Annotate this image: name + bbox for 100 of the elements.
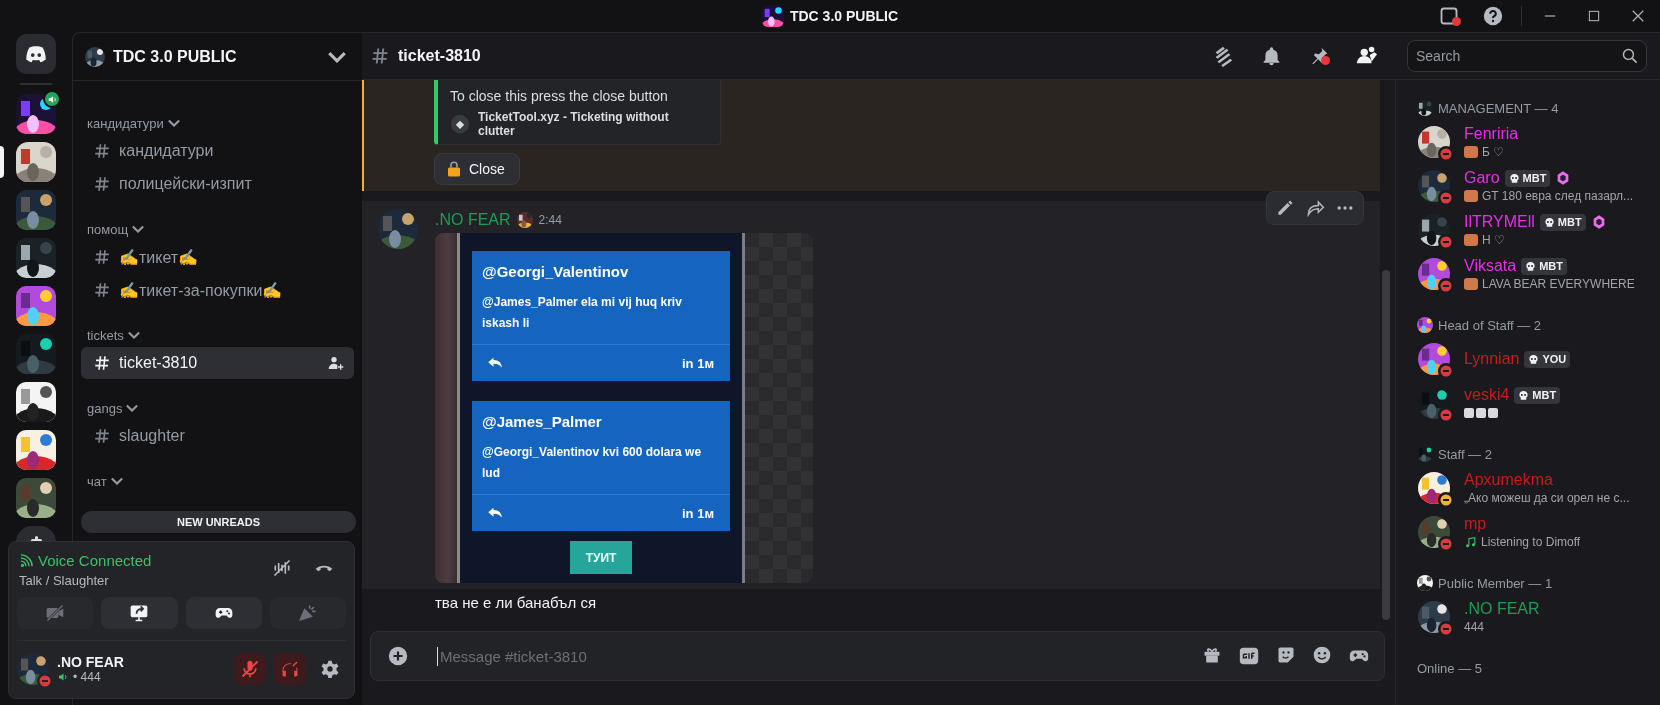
server-icon[interactable] <box>16 238 56 278</box>
gif-icon[interactable] <box>1238 645 1260 667</box>
category-name: gangs <box>87 400 123 416</box>
add-attachment-icon[interactable] <box>387 645 409 667</box>
message-input[interactable]: Message #ticket-3810 <box>437 646 1186 666</box>
server-icon[interactable] <box>16 334 56 374</box>
headphones-icon <box>280 659 300 679</box>
server-icon[interactable] <box>16 430 56 470</box>
member-tag: MBT <box>1504 169 1551 187</box>
mic-muted-icon <box>240 659 260 679</box>
tag-icon <box>1528 353 1540 365</box>
signal-icon <box>19 552 34 568</box>
member-activity: 444 <box>1464 620 1485 634</box>
close-button[interactable]: Close <box>434 153 520 185</box>
camera-button[interactable] <box>17 597 94 629</box>
message-text: тва не е ли банабъл ся <box>434 593 597 613</box>
server-header[interactable]: TDC 3.0 PUBLIC <box>73 33 362 81</box>
member-item[interactable]: veski4 MBT <box>1396 381 1660 425</box>
channel-item[interactable]: полицейски-изпит <box>81 168 354 200</box>
member-activity: LAVA BEAR EVERYWHERE <box>1482 277 1635 291</box>
search-field[interactable]: Search <box>1407 40 1647 72</box>
settings-icon[interactable] <box>320 659 340 679</box>
add-member-icon[interactable] <box>328 355 344 371</box>
help-icon[interactable] <box>1482 5 1504 27</box>
category-name: кандидатури <box>87 115 164 131</box>
chevron-down-icon <box>127 331 140 339</box>
user-name: .NO FEAR <box>57 654 125 670</box>
member-tag: MBT <box>1539 213 1586 231</box>
category-name: чат <box>87 473 107 489</box>
category-header[interactable]: gangs <box>73 396 362 420</box>
deafen-button[interactable] <box>274 653 306 685</box>
member-tag: MBT <box>1521 257 1567 275</box>
tag-icon <box>1543 216 1555 228</box>
soundboard-button[interactable] <box>269 597 346 629</box>
screen-share-button[interactable] <box>101 597 178 629</box>
add-server-button[interactable] <box>16 526 56 542</box>
chevron-down-icon <box>110 477 123 485</box>
hash-icon <box>93 354 111 372</box>
member-group-header: Online — 5 <box>1417 660 1483 676</box>
message-composer[interactable]: Message #ticket-3810 <box>370 631 1385 681</box>
member-activity: Б ♡ <box>1482 145 1505 159</box>
member-name: Lynnian <box>1464 350 1520 368</box>
hash-icon <box>93 281 111 299</box>
hash-icon <box>370 46 390 66</box>
mute-button[interactable] <box>234 653 266 685</box>
member-name: Fenriria <box>1464 125 1519 143</box>
tag-icon <box>1525 260 1537 272</box>
message-author[interactable]: .NO FEAR <box>435 211 511 229</box>
channel-item[interactable]: кандидатури <box>81 135 354 167</box>
scrollbar[interactable] <box>1382 270 1390 620</box>
member-tag: MBT <box>1514 386 1561 404</box>
member-item[interactable]: .NO FEAR 444 <box>1396 595 1660 639</box>
member-group-header: Head of Staff — 2 <box>1438 317 1542 333</box>
maximize-icon[interactable] <box>1586 8 1602 24</box>
member-group-header: MANAGEMENT — 4 <box>1438 100 1559 116</box>
camera-off-icon <box>45 603 66 623</box>
forward-icon[interactable] <box>1305 198 1325 218</box>
server-icon[interactable] <box>16 478 56 518</box>
member-activity: GT 180 евра след пазарл... <box>1482 189 1634 203</box>
music-icon <box>1464 535 1477 549</box>
voice-channel-name[interactable]: Talk / Slaughter <box>19 572 109 588</box>
sticker-icon[interactable] <box>1276 645 1296 665</box>
member-tag: YOU <box>1524 350 1571 368</box>
tweet-author: @Georgi_Valentinov <box>481 262 630 280</box>
member-name: Garo <box>1464 169 1500 187</box>
member-name: Apxumekma <box>1464 471 1553 489</box>
new-unreads-banner[interactable]: NEW UNREADS <box>81 511 356 533</box>
category-header[interactable]: чат <box>73 469 362 493</box>
window-title: TDC 3.0 PUBLIC <box>789 8 899 24</box>
user-status-text: • 444 <box>73 670 101 684</box>
member-item[interactable]: Viksata MBT LAVA BEAR EVERYWHERE <box>1396 252 1660 296</box>
category-header[interactable]: кандидатури <box>73 111 362 135</box>
server-icon[interactable] <box>16 190 56 230</box>
home-button[interactable] <box>16 34 56 74</box>
member-item[interactable]: mp Listening to Dimoff <box>1396 510 1660 554</box>
category-header[interactable]: tickets <box>73 323 362 347</box>
category-name: tickets <box>87 327 124 343</box>
image-attachment[interactable]: @Georgi_Valentinov @James_Palmer ela mi vij huq kriv iskash li in 1м @James_Palmer @Georgi_Valentinov kvi 600 dolara we lud in 1м ТУИТ <box>435 233 813 583</box>
channel-item[interactable]: ✍тикет✍ <box>81 241 354 273</box>
tag-icon <box>1518 389 1530 401</box>
member-name: Viksata <box>1464 257 1517 275</box>
hash-icon <box>93 175 111 193</box>
member-activity: H ♡ <box>1482 233 1505 247</box>
category-header[interactable]: помощ <box>73 217 362 241</box>
tweet-time: in 1м <box>682 355 714 371</box>
channel-item[interactable]: slaughter <box>81 420 354 452</box>
server-icon[interactable] <box>16 286 56 326</box>
mic-activity-icon <box>57 671 69 683</box>
edit-icon[interactable] <box>1275 198 1295 218</box>
activity-button[interactable] <box>185 597 262 629</box>
server-icon[interactable] <box>16 382 56 422</box>
hash-icon <box>93 427 111 445</box>
channel-item[interactable]: ✍тикет-за-покупки✍ <box>81 274 354 306</box>
voice-status: Voice Connected <box>38 551 152 569</box>
gift-icon[interactable] <box>1202 645 1222 665</box>
channel-item[interactable]: ticket-3810 <box>81 347 354 379</box>
category-name: помощ <box>87 221 129 237</box>
hash-icon <box>93 142 111 160</box>
search-icon <box>1621 47 1638 64</box>
noise-suppression-icon[interactable] <box>272 558 292 578</box>
